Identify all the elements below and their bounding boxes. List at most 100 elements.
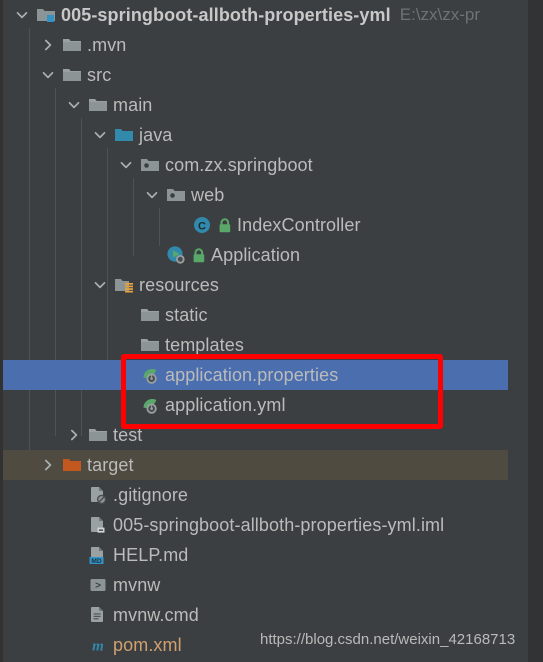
- vertical-scrollbar[interactable]: [508, 0, 528, 662]
- tree-row-web[interactable]: web: [0, 180, 543, 210]
- tree-row-src[interactable]: src: [0, 60, 543, 90]
- chevron-right-icon[interactable]: [40, 37, 56, 53]
- tree-row-label: application.yml: [165, 394, 286, 415]
- green-lock-icon: [189, 246, 205, 263]
- tree-row-package[interactable]: com.zx.springboot: [0, 150, 543, 180]
- tree-row-label: 005-springboot-allboth-properties-yml: [61, 4, 391, 25]
- folder-icon: [140, 305, 160, 325]
- iml-file-icon: [88, 515, 108, 535]
- row-clip: C IndexController: [0, 210, 508, 240]
- chevron-right-icon[interactable]: [66, 427, 82, 443]
- row-clip: application.yml: [0, 390, 508, 420]
- tree-row-label: web: [191, 184, 225, 205]
- excluded-folder-icon: [62, 455, 82, 475]
- tree-row-label: java: [139, 124, 173, 145]
- package-icon: [166, 185, 186, 205]
- chevron-down-icon[interactable]: [144, 187, 160, 203]
- tree-row-iml[interactable]: 005-springboot-allboth-properties-yml.im…: [0, 510, 543, 540]
- row-clip: resources: [0, 270, 508, 300]
- row-clip: com.zx.springboot: [0, 150, 508, 180]
- chevron-down-icon[interactable]: [118, 157, 134, 173]
- spring-config-icon: [140, 395, 160, 415]
- tree-row-label: src: [87, 64, 112, 85]
- folder-icon: [88, 425, 108, 445]
- chevron-down-icon[interactable]: [66, 97, 82, 113]
- row-clip: java: [0, 120, 508, 150]
- row-clip: 005-springboot-allboth-properties-yml.im…: [0, 510, 508, 540]
- java-class-icon: C: [192, 215, 212, 235]
- tree-row-application-properties[interactable]: application.properties: [0, 360, 543, 390]
- spring-config-icon: [140, 365, 160, 385]
- tree-row-application[interactable]: Application: [0, 240, 543, 270]
- row-clip: static: [0, 300, 508, 330]
- row-clip: src: [0, 60, 508, 90]
- watermark-text: https://blog.csdn.net/weixin_42168713: [260, 631, 516, 648]
- tree-row-label: 005-springboot-allboth-properties-yml.im…: [113, 514, 445, 535]
- module-folder-icon: [36, 5, 56, 25]
- tree-row-main[interactable]: main: [0, 90, 543, 120]
- tree-row-mvn[interactable]: .mvn: [0, 30, 543, 60]
- green-lock-icon: [215, 216, 231, 233]
- row-clip: main: [0, 90, 508, 120]
- tree-row-target[interactable]: target: [0, 450, 543, 480]
- row-clip: templates: [0, 330, 508, 360]
- tree-row-indexcontroller[interactable]: C IndexController: [0, 210, 543, 240]
- chevron-down-icon[interactable]: [40, 67, 56, 83]
- row-clip: .mvn: [0, 30, 508, 60]
- tree-row-label: HELP.md: [113, 544, 189, 565]
- svg-text:>: >: [95, 581, 101, 592]
- svg-text:C: C: [198, 221, 206, 233]
- tree-row-help[interactable]: MD HELP.md: [0, 540, 543, 570]
- tree-row-label: mvnw.cmd: [113, 604, 199, 625]
- row-clip: target: [0, 450, 508, 480]
- chevron-right-icon[interactable]: [40, 457, 56, 473]
- project-tree-panel[interactable]: 005-springboot-allboth-properties-yml E:\…: [0, 0, 543, 662]
- folder-icon: [62, 35, 82, 55]
- tree-row-root[interactable]: 005-springboot-allboth-properties-yml E:\…: [0, 0, 543, 30]
- chevron-down-icon[interactable]: [92, 127, 108, 143]
- tree-row-mvnw[interactable]: > mvnw: [0, 570, 543, 600]
- gitignore-file-icon: [88, 485, 108, 505]
- tree-row-label: IndexController: [237, 214, 361, 235]
- tree-row-label: resources: [139, 274, 219, 295]
- resources-root-folder-icon: [114, 275, 134, 295]
- tree-row-label: com.zx.springboot: [165, 154, 313, 175]
- chevron-down-icon[interactable]: [92, 277, 108, 293]
- tree-row-label: pom.xml: [113, 634, 182, 655]
- markdown-file-icon: MD: [88, 545, 108, 565]
- folder-icon: [88, 95, 108, 115]
- chevron-down-icon[interactable]: [14, 7, 30, 23]
- source-root-folder-icon: [114, 125, 134, 145]
- maven-pom-icon: m: [88, 635, 108, 655]
- tree-row-label: test: [113, 424, 143, 445]
- project-path-hint: E:\zx\zx-pr: [399, 5, 481, 24]
- tree-row-test[interactable]: test: [0, 420, 543, 450]
- tree-row-label: templates: [165, 334, 244, 355]
- row-clip: web: [0, 180, 508, 210]
- tree-row-static[interactable]: static: [0, 300, 543, 330]
- package-icon: [140, 155, 160, 175]
- tree-rows: 005-springboot-allboth-properties-yml E:\…: [0, 0, 543, 662]
- folder-icon: [140, 335, 160, 355]
- tree-row-application-yml[interactable]: application.yml: [0, 390, 543, 420]
- tree-row-label: application.properties: [165, 364, 339, 385]
- tree-row-label: .gitignore: [113, 484, 189, 505]
- cmd-file-icon: [88, 605, 108, 625]
- spring-boot-run-icon: [166, 245, 186, 265]
- tree-row-gitignore[interactable]: .gitignore: [0, 480, 543, 510]
- row-clip: Application: [0, 240, 508, 270]
- tree-row-label: static: [165, 304, 208, 325]
- tree-row-java[interactable]: java: [0, 120, 543, 150]
- svg-text:m: m: [92, 639, 104, 655]
- shell-script-icon: >: [88, 575, 108, 595]
- row-clip: test: [0, 420, 508, 450]
- right-edge-strip: [528, 0, 543, 662]
- tree-row-resources[interactable]: resources: [0, 270, 543, 300]
- tree-row-label: main: [113, 94, 153, 115]
- row-clip: 005-springboot-allboth-properties-yml E:\…: [0, 0, 508, 30]
- tree-row-mvnw-cmd[interactable]: mvnw.cmd: [0, 600, 543, 630]
- tree-row-label: mvnw: [113, 574, 161, 595]
- row-clip: > mvnw: [0, 570, 508, 600]
- tree-row-templates[interactable]: templates: [0, 330, 543, 360]
- tree-row-label: .mvn: [87, 34, 127, 55]
